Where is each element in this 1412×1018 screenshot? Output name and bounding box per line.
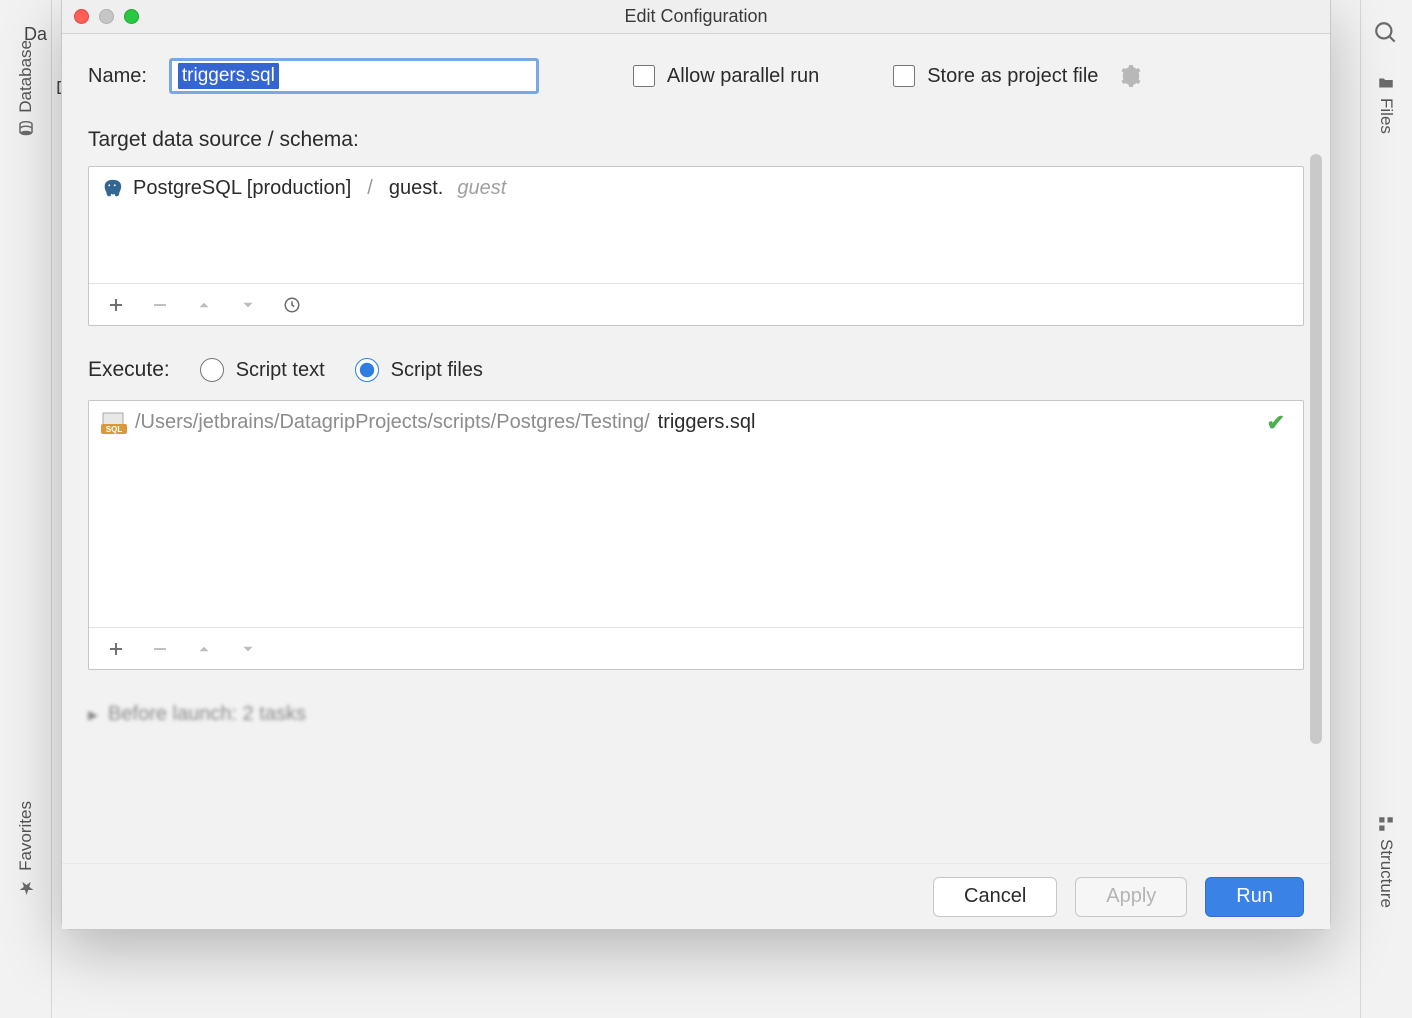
- script-file-path-name: triggers.sql: [658, 411, 756, 434]
- dialog-scrollbar[interactable]: [1310, 154, 1322, 744]
- cancel-button[interactable]: Cancel: [933, 877, 1057, 917]
- database-icon: [16, 119, 36, 137]
- chevron-down-icon: [239, 640, 257, 658]
- name-input[interactable]: triggers.sql: [169, 58, 539, 94]
- sidebar-tab-database-label: Database: [16, 40, 36, 113]
- chevron-up-icon: [195, 296, 213, 314]
- sidebar-tab-favorites[interactable]: ★ Favorites: [0, 791, 52, 908]
- postgresql-icon: [101, 178, 123, 200]
- allow-parallel-checkbox[interactable]: Allow parallel run: [633, 65, 819, 88]
- radio-script-files[interactable]: Script files: [355, 358, 483, 382]
- dialog-title: Edit Configuration: [624, 6, 767, 27]
- move-up-datasource-button[interactable]: [191, 292, 217, 318]
- move-up-file-button[interactable]: [191, 636, 217, 662]
- store-project-file-checkbox[interactable]: Store as project file: [893, 65, 1098, 88]
- store-project-file-label: Store as project file: [927, 65, 1098, 88]
- script-files-toolbar: [89, 627, 1303, 669]
- target-datasource-label: Target data source / schema:: [88, 128, 1304, 152]
- datasource-user: guest.: [389, 177, 443, 200]
- chevron-down-icon: [239, 296, 257, 314]
- sidebar-tab-files[interactable]: Files: [1360, 64, 1412, 144]
- script-file-item[interactable]: SQL /Users/jetbrains/DatagripProjects/sc…: [101, 411, 1291, 434]
- script-file-path-dir: /Users/jetbrains/DatagripProjects/script…: [135, 411, 650, 434]
- window-controls: [74, 9, 139, 24]
- sidebar-tab-database[interactable]: Database: [0, 30, 52, 147]
- before-launch-section[interactable]: ▸ Before launch: 2 tasks: [88, 702, 1304, 727]
- datasource-schema: guest: [457, 177, 506, 200]
- radio-script-text[interactable]: Script text: [200, 358, 325, 382]
- allow-parallel-checkbox-input[interactable]: [633, 65, 655, 87]
- datasource-toolbar: [89, 283, 1303, 325]
- radio-script-text-input[interactable]: [200, 358, 224, 382]
- sidebar-tab-structure-label: Structure: [1376, 839, 1396, 908]
- radio-script-files-input[interactable]: [355, 358, 379, 382]
- remove-file-button[interactable]: [147, 636, 173, 662]
- datasource-name: PostgreSQL [production]: [133, 177, 351, 200]
- chevron-up-icon: [195, 640, 213, 658]
- clock-icon: [283, 296, 301, 314]
- structure-icon: [1376, 815, 1396, 833]
- name-label: Name:: [88, 65, 147, 88]
- run-button[interactable]: Run: [1205, 877, 1304, 917]
- star-icon: ★: [15, 877, 37, 898]
- add-file-button[interactable]: [103, 636, 129, 662]
- name-row: Name: triggers.sql Allow parallel run St…: [88, 58, 1304, 94]
- move-down-file-button[interactable]: [235, 636, 261, 662]
- radio-script-files-label: Script files: [391, 359, 483, 382]
- execute-row: Execute: Script text Script files: [88, 358, 1304, 382]
- minus-icon: [151, 296, 169, 314]
- apply-button[interactable]: Apply: [1075, 877, 1187, 917]
- plus-icon: [107, 296, 125, 314]
- bg-partial-text: Da: [24, 24, 47, 45]
- sidebar-tab-files-label: Files: [1376, 98, 1396, 134]
- add-datasource-button[interactable]: [103, 292, 129, 318]
- dialog-body: Name: triggers.sql Allow parallel run St…: [62, 34, 1330, 863]
- sql-file-icon: SQL: [101, 412, 127, 434]
- svg-text:SQL: SQL: [106, 425, 123, 434]
- name-input-selected-text: triggers.sql: [178, 63, 279, 89]
- ide-right-gutter: Files Structure: [1360, 0, 1412, 1018]
- gear-icon[interactable]: [1120, 65, 1142, 87]
- datasource-separator: /: [367, 177, 373, 200]
- execute-label: Execute:: [88, 358, 170, 382]
- search-everywhere-button[interactable]: [1369, 16, 1403, 50]
- script-files-list[interactable]: SQL /Users/jetbrains/DatagripProjects/sc…: [89, 401, 1303, 627]
- store-project-file-checkbox-input[interactable]: [893, 65, 915, 87]
- window-minimize-button[interactable]: [99, 9, 114, 24]
- sidebar-tab-favorites-label: Favorites: [16, 801, 36, 871]
- before-launch-label: Before launch: 2 tasks: [108, 703, 306, 726]
- ide-left-gutter: Database ★ Favorites: [0, 0, 52, 1018]
- sidebar-tab-structure[interactable]: Structure: [1360, 805, 1412, 918]
- search-icon: [1373, 20, 1399, 46]
- checkmark-icon: ✔: [1267, 410, 1285, 436]
- history-datasource-button[interactable]: [279, 292, 305, 318]
- plus-icon: [107, 640, 125, 658]
- datasource-item[interactable]: PostgreSQL [production] / guest. guest: [101, 177, 1291, 200]
- dialog-titlebar: Edit Configuration: [62, 0, 1330, 34]
- script-files-panel: SQL /Users/jetbrains/DatagripProjects/sc…: [88, 400, 1304, 670]
- move-down-datasource-button[interactable]: [235, 292, 261, 318]
- remove-datasource-button[interactable]: [147, 292, 173, 318]
- window-close-button[interactable]: [74, 9, 89, 24]
- radio-script-text-label: Script text: [236, 359, 325, 382]
- folder-icon: [1376, 74, 1396, 92]
- edit-configuration-dialog: Edit Configuration Name: triggers.sql Al…: [61, 0, 1331, 930]
- allow-parallel-label: Allow parallel run: [667, 65, 819, 88]
- window-maximize-button[interactable]: [124, 9, 139, 24]
- minus-icon: [151, 640, 169, 658]
- expand-arrow-icon: ▸: [88, 702, 98, 727]
- target-datasource-panel: PostgreSQL [production] / guest. guest: [88, 166, 1304, 326]
- dialog-button-bar: Cancel Apply Run: [62, 863, 1330, 929]
- target-datasource-list[interactable]: PostgreSQL [production] / guest. guest: [89, 167, 1303, 283]
